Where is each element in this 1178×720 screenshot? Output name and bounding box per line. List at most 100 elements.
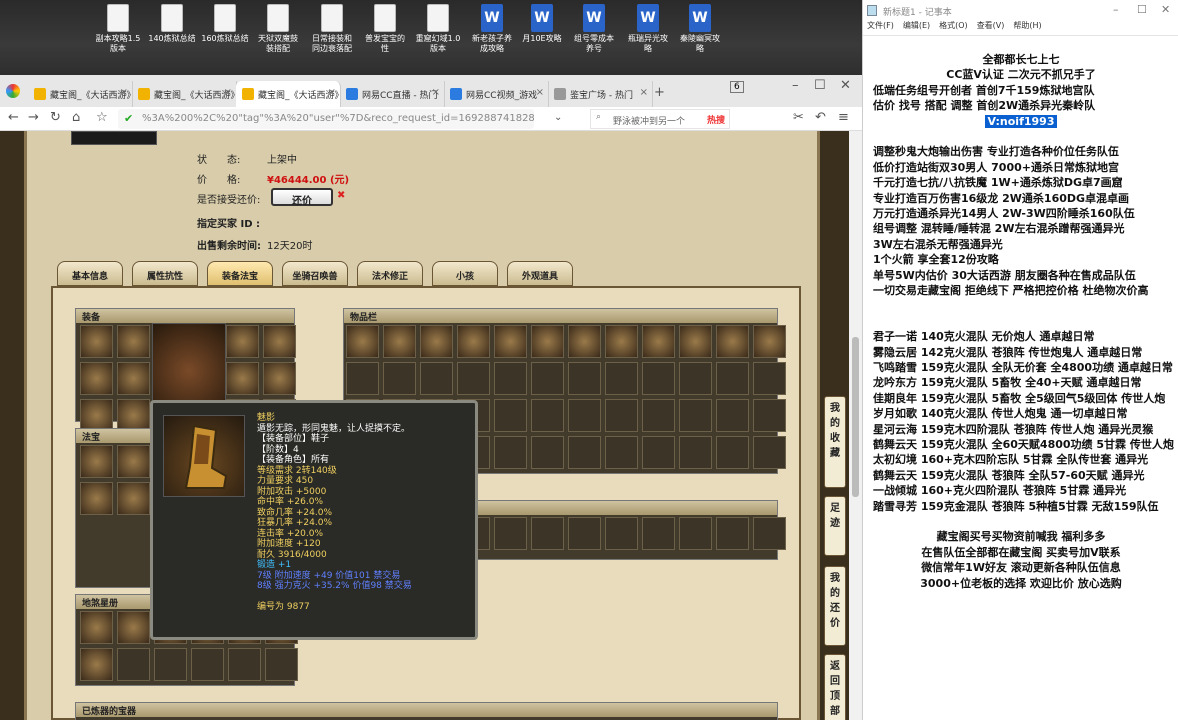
equip-item-icon[interactable] [80,325,113,358]
equip-item-icon[interactable] [263,325,296,358]
bag-empty-slot[interactable] [568,399,601,432]
bag-empty-slot[interactable] [531,436,564,469]
bag-item-icon[interactable] [568,325,601,358]
browser-tab[interactable]: 网易CC直播 - 热门 × [340,81,445,107]
bag-empty-slot[interactable] [531,399,564,432]
bag-empty-slot[interactable] [642,362,675,395]
tab-count-badge[interactable]: 6 [730,81,744,93]
notepad-menu-item[interactable]: 编辑(E) [903,21,930,30]
browser-tab[interactable]: 藏宝阁_《大话西游》 × [28,81,133,107]
bag-empty-slot[interactable] [679,436,712,469]
extra-empty-slot[interactable] [531,517,564,550]
tab-close-icon[interactable]: × [432,87,440,98]
side-nav-button[interactable]: 我 的 还 价 [824,566,846,646]
bag-item-icon[interactable] [531,325,564,358]
address-dropdown-icon[interactable]: ⌄ [554,111,562,125]
undo-icon[interactable]: ↶ [815,111,826,125]
close-window-button[interactable]: ✕ [840,79,851,93]
bag-empty-slot[interactable] [494,436,527,469]
side-nav-button[interactable]: 足 迹 [824,496,846,556]
bargain-button[interactable]: 还价 [271,188,333,207]
equip-item-icon[interactable] [226,362,259,395]
detail-tab[interactable]: 坐骑召唤兽 [282,261,348,286]
notepad-maximize-button[interactable]: ☐ [1137,3,1147,16]
ground-item-icon[interactable] [80,648,113,681]
reload-icon[interactable]: ↻ [50,111,61,125]
bag-empty-slot[interactable] [716,362,749,395]
desktop-icon[interactable]: 日常接装和 同边衰落配 [306,4,358,54]
browser-tab[interactable]: 藏宝阁_《大话西游》 × [236,81,341,107]
bag-empty-slot[interactable] [716,399,749,432]
ground-empty-slot[interactable] [265,648,298,681]
desktop-icon[interactable]: 天狱双魔鼓 装搭配 [252,4,304,54]
menu-icon[interactable]: ≡ [838,111,849,125]
notepad-menu-item[interactable]: 文件(F) [867,21,894,30]
extra-empty-slot[interactable] [716,517,749,550]
extra-empty-slot[interactable] [494,517,527,550]
magic-item-icon[interactable] [80,445,113,478]
notepad-minimize-button[interactable]: – [1113,3,1119,16]
minimize-button[interactable]: – [792,79,799,93]
bargain-close-icon[interactable]: ✖ [337,190,345,201]
bag-item-icon[interactable] [753,325,786,358]
tab-close-icon[interactable]: × [536,87,544,98]
forward-icon[interactable]: → [28,111,39,125]
bag-empty-slot[interactable] [531,362,564,395]
star-icon[interactable]: ☆ [96,111,108,125]
side-nav-button[interactable]: 返 回 顶 部 [824,654,846,720]
bag-empty-slot[interactable] [642,436,675,469]
desktop-icon[interactable]: 140炼狱总结 [146,4,198,44]
browser-tab[interactable]: 藏宝阁_《大话西游》 × [132,81,237,107]
bag-item-icon[interactable] [716,325,749,358]
notepad-menu-item[interactable]: 查看(V) [977,21,1005,30]
ground-item-icon[interactable] [80,611,113,644]
new-tab-button[interactable]: + [654,86,665,100]
home-icon[interactable]: ⌂ [72,111,80,125]
notepad-close-button[interactable]: ✕ [1161,3,1170,16]
desktop-icon[interactable]: W 组号零成本 养号 [568,4,620,54]
magic-item-icon[interactable] [117,445,150,478]
bag-item-icon[interactable] [346,325,379,358]
detail-tab[interactable]: 装备法宝 [207,261,273,286]
bag-empty-slot[interactable] [605,436,638,469]
desktop-icon[interactable]: 普发宝宝的 性 [359,4,411,54]
extra-empty-slot[interactable] [605,517,638,550]
scrollbar-thumb[interactable] [852,337,859,497]
tab-close-icon[interactable]: × [120,87,128,98]
bag-empty-slot[interactable] [494,362,527,395]
browser-tab[interactable]: 网易CC视频_游戏 × [444,81,549,107]
extra-empty-slot[interactable] [568,517,601,550]
bag-empty-slot[interactable] [716,436,749,469]
desktop-icon[interactable]: W 瓶瑞异光攻 略 [622,4,674,54]
detail-tab[interactable]: 法术修正 [357,261,423,286]
tab-close-icon[interactable]: × [328,87,336,98]
notepad-menu-item[interactable]: 帮助(H) [1013,21,1041,30]
extra-empty-slot[interactable] [679,517,712,550]
bag-empty-slot[interactable] [753,362,786,395]
extra-empty-slot[interactable] [753,517,786,550]
desktop-icon[interactable]: W 秦陵幽冥攻 略 [674,4,726,54]
detail-tab[interactable]: 基本信息 [57,261,123,286]
ground-item-icon[interactable] [117,611,150,644]
bag-item-icon[interactable] [494,325,527,358]
bag-empty-slot[interactable] [420,362,453,395]
equip-item-icon[interactable] [80,362,113,395]
bag-item-icon[interactable] [383,325,416,358]
bag-empty-slot[interactable] [605,362,638,395]
equip-item-icon[interactable] [117,325,150,358]
tab-close-icon[interactable]: × [640,87,648,98]
maximize-button[interactable]: ☐ [814,79,826,93]
back-icon[interactable]: ← [8,111,19,125]
detail-tab[interactable]: 小孩 [432,261,498,286]
search-box[interactable]: ⌕ 野泳被冲到另一个 热搜 [590,109,730,129]
bag-item-icon[interactable] [420,325,453,358]
bag-empty-slot[interactable] [679,399,712,432]
browser-tab[interactable]: 鉴宝广场 - 热门 × [548,81,653,107]
ground-empty-slot[interactable] [191,648,224,681]
desktop-icon[interactable]: 副本攻略1.5 版本 [92,4,144,54]
bag-item-icon[interactable] [457,325,490,358]
notepad-menu-item[interactable]: 格式(O) [939,21,968,30]
browser-logo-icon[interactable] [6,84,20,98]
equip-item-icon[interactable] [263,362,296,395]
equip-item-icon[interactable] [226,325,259,358]
